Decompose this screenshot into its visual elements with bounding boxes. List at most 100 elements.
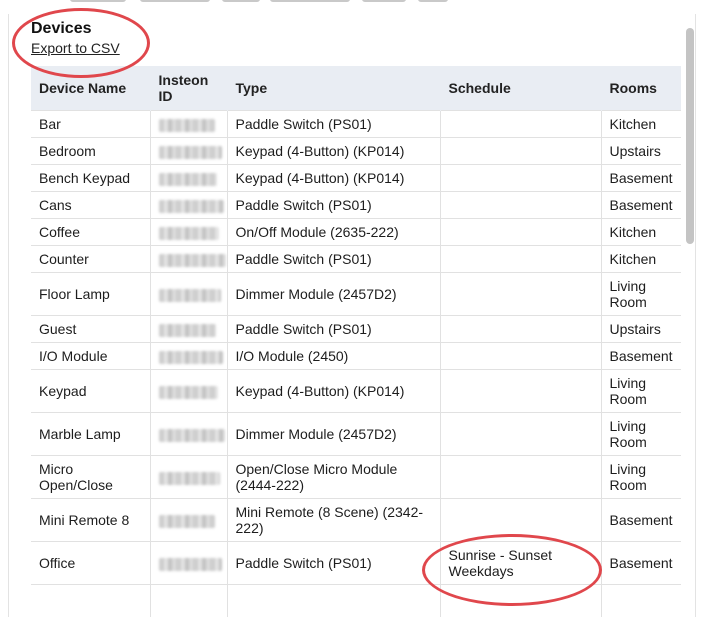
devices-table: Device Name Insteon ID Type Schedule Room… [31, 66, 681, 617]
vertical-scrollbar[interactable] [683, 20, 695, 617]
device-type-cell: Paddle Switch (PS01) [226, 191, 440, 219]
insteon-id-cell [149, 272, 227, 316]
device-name-cell: Bar [31, 110, 150, 138]
insteon-id-cell [149, 245, 227, 273]
device-name-cell: Floor Lamp [31, 272, 150, 316]
insteon-id-cell [149, 137, 227, 165]
column-header-insteon-id[interactable]: Insteon ID [149, 66, 227, 111]
insteon-id-cell [149, 369, 227, 413]
table-row[interactable] [31, 584, 681, 617]
device-name-cell [31, 584, 150, 617]
column-header-rooms[interactable]: Rooms [600, 66, 681, 111]
column-header-type[interactable]: Type [226, 66, 440, 111]
device-type-cell: Mini Remote (8 Scene) (2342-222) [226, 498, 440, 542]
table-row[interactable]: Keypad Keypad (4-Button) (KP014) Living Ro… [31, 369, 681, 413]
redacted-insteon-id [158, 226, 219, 240]
device-type-cell: Dimmer Module (2457D2) [226, 412, 440, 456]
insteon-id-cell [149, 110, 227, 138]
device-type-cell: Paddle Switch (PS01) [226, 110, 440, 138]
table-header-row: Device Name Insteon ID Type Schedule Room… [31, 66, 681, 111]
device-type-cell [226, 584, 440, 617]
table-row[interactable]: Counter Paddle Switch (PS01) Kitchen [31, 245, 681, 273]
column-header-insteon-id-line1: Insteon [158, 72, 209, 88]
devices-panel: Devices Export to CSV Device Name Insteo… [8, 14, 696, 617]
schedule-cell: Sunrise - Sunset Weekdays [439, 541, 601, 585]
device-type-cell: I/O Module (2450) [226, 342, 440, 370]
device-type-cell: Paddle Switch (PS01) [226, 245, 440, 273]
device-type-cell: On/Off Module (2635-222) [226, 218, 440, 246]
scrollbar-thumb[interactable] [686, 28, 694, 244]
device-name-cell: Marble Lamp [31, 412, 150, 456]
device-name-cell: Keypad [31, 369, 150, 413]
insteon-id-cell [149, 342, 227, 370]
table-row[interactable]: Office Paddle Switch (PS01) Sunrise - Suns… [31, 541, 681, 585]
schedule-cell [439, 164, 601, 192]
room-cell: Basement [600, 191, 681, 219]
insteon-id-cell [149, 164, 227, 192]
schedule-cell [439, 245, 601, 273]
schedule-cell [439, 342, 601, 370]
redacted-insteon-id [158, 172, 217, 186]
schedule-cell [439, 110, 601, 138]
device-name-cell: Bench Keypad [31, 164, 150, 192]
table-row[interactable]: Coffee On/Off Module (2635-222) Kitchen [31, 218, 681, 246]
redacted-insteon-id [158, 514, 215, 528]
table-row[interactable]: Floor Lamp Dimmer Module (2457D2) Living R… [31, 272, 681, 316]
insteon-id-cell [149, 412, 227, 456]
redacted-insteon-id [158, 199, 224, 213]
device-type-cell: Dimmer Module (2457D2) [226, 272, 440, 316]
table-row[interactable]: Bedroom Keypad (4-Button) (KP014) Upstairs [31, 137, 681, 165]
device-type-cell: Paddle Switch (PS01) [226, 315, 440, 343]
room-cell: Kitchen [600, 245, 681, 273]
device-name-cell: Office [31, 541, 150, 585]
table-row[interactable]: Micro Open/Close Open/Close Micro Module … [31, 455, 681, 499]
schedule-cell [439, 584, 601, 617]
insteon-id-cell [149, 191, 227, 219]
insteon-id-cell [149, 541, 227, 585]
device-type-cell: Open/Close Micro Module (2444-222) [226, 455, 440, 499]
room-cell: Basement [600, 164, 681, 192]
redacted-insteon-id [158, 385, 218, 399]
redacted-insteon-id [158, 557, 222, 571]
table-row[interactable]: Bench Keypad Keypad (4-Button) (KP014) Bas… [31, 164, 681, 192]
redacted-insteon-id [158, 323, 216, 337]
schedule-cell [439, 412, 601, 456]
redacted-insteon-id [158, 350, 223, 364]
table-row[interactable]: I/O Module I/O Module (2450) Basement [31, 342, 681, 370]
device-name-cell: Guest [31, 315, 150, 343]
room-cell: Kitchen [600, 218, 681, 246]
device-name-cell: Mini Remote 8 [31, 498, 150, 542]
schedule-cell [439, 191, 601, 219]
device-name-cell: Micro Open/Close [31, 455, 150, 499]
redacted-insteon-id [158, 471, 220, 485]
schedule-cell [439, 498, 601, 542]
section-title: Devices [31, 20, 92, 37]
device-name-cell: Counter [31, 245, 150, 273]
table-row[interactable]: Cans Paddle Switch (PS01) Basement [31, 191, 681, 219]
device-name-cell: Bedroom [31, 137, 150, 165]
room-cell: Upstairs [600, 315, 681, 343]
room-cell: Kitchen [600, 110, 681, 138]
room-cell: Living Room [600, 412, 681, 456]
device-type-cell: Paddle Switch (PS01) [226, 541, 440, 585]
schedule-cell [439, 218, 601, 246]
schedule-cell [439, 369, 601, 413]
redacted-insteon-id [158, 253, 226, 267]
redacted-insteon-id [158, 118, 215, 132]
column-header-device-name[interactable]: Device Name [31, 66, 150, 111]
device-type-cell: Keypad (4-Button) (KP014) [226, 137, 440, 165]
cropped-top-text [0, 0, 724, 5]
table-row[interactable]: Bar Paddle Switch (PS01) Kitchen [31, 110, 681, 138]
insteon-id-cell [149, 218, 227, 246]
column-header-schedule[interactable]: Schedule [439, 66, 601, 111]
room-cell: Basement [600, 541, 681, 585]
insteon-id-cell [149, 455, 227, 499]
table-row[interactable]: Marble Lamp Dimmer Module (2457D2) Living … [31, 412, 681, 456]
table-row[interactable]: Mini Remote 8 Mini Remote (8 Scene) (2342… [31, 498, 681, 542]
table-row[interactable]: Guest Paddle Switch (PS01) Upstairs [31, 315, 681, 343]
column-header-insteon-id-line2: ID [158, 88, 173, 104]
export-csv-link[interactable]: Export to CSV [31, 40, 120, 56]
redacted-insteon-id [158, 288, 221, 302]
schedule-cell [439, 272, 601, 316]
room-cell: Basement [600, 498, 681, 542]
